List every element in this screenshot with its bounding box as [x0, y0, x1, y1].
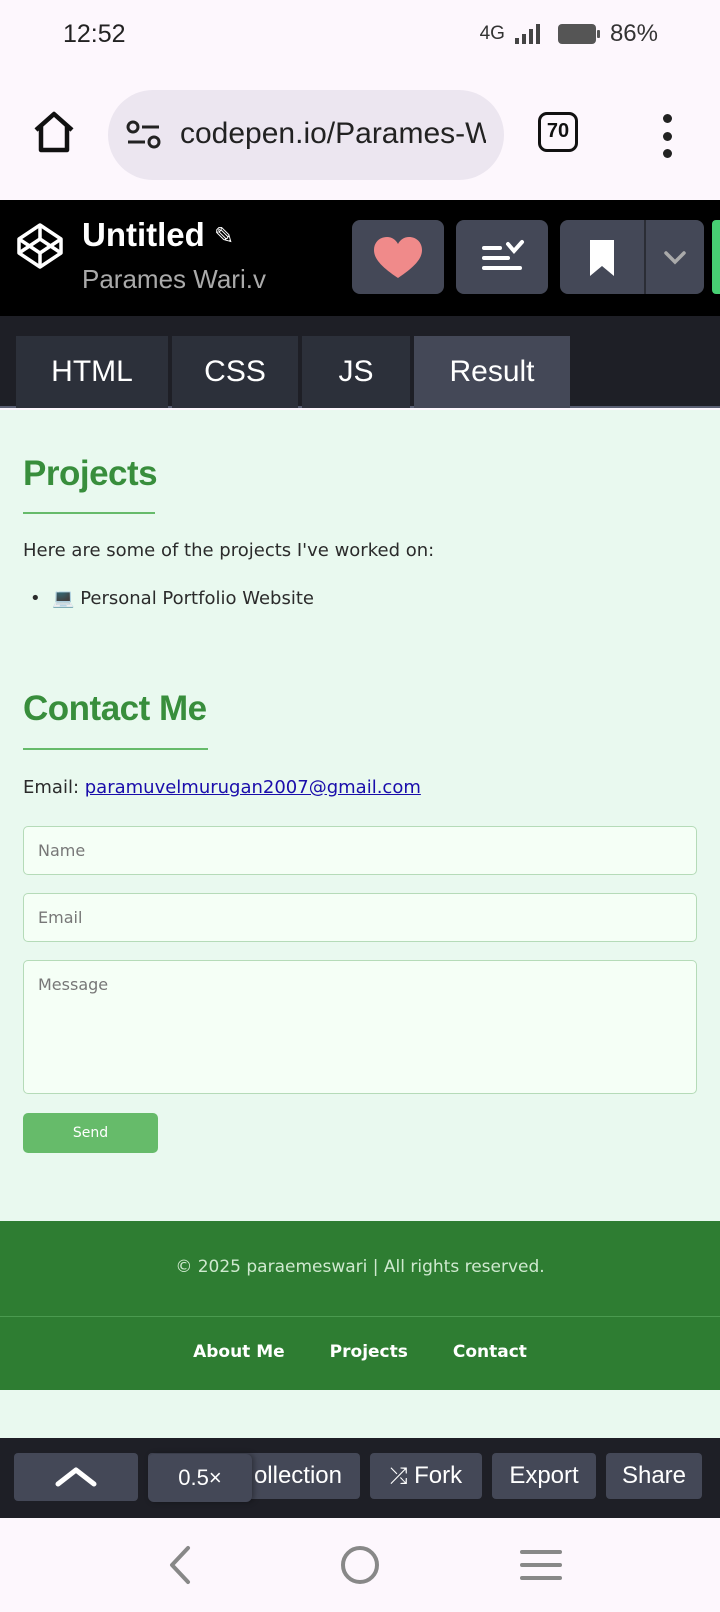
run-button-edge[interactable] [712, 220, 720, 294]
network-type: 4G [479, 23, 505, 44]
chevron-down-icon[interactable] [646, 220, 704, 294]
status-bar: 12:52 4G 86% [0, 0, 720, 74]
email-input[interactable]: Email [23, 893, 697, 942]
project-item: 💻 Personal Portfolio Website [52, 588, 314, 609]
edit-title-icon[interactable]: ✎ [214, 222, 234, 251]
editor-tabs: HTML CSS JS Result [0, 316, 720, 408]
status-time: 12:52 [63, 20, 126, 48]
tab-js[interactable]: JS [302, 336, 410, 408]
home-circle-icon[interactable] [338, 1540, 382, 1590]
footer-copyright: © 2025 paraemeswari | All rights reserve… [175, 1257, 545, 1277]
battery-percent: 86% [609, 20, 658, 47]
browser-toolbar: codepen.io/Parames-W 70 [0, 74, 720, 200]
heading-underline [23, 748, 208, 750]
email-line: Email: paramuvelmurugan2007@gmail.com [23, 777, 421, 798]
system-nav-bar [0, 1518, 720, 1612]
share-button[interactable]: Share [606, 1453, 702, 1499]
footer-link-projects[interactable]: Projects [330, 1342, 408, 1362]
footer-link-about[interactable]: About Me [193, 1342, 285, 1362]
bookmark-icon [590, 240, 614, 276]
zoom-level[interactable]: 0.5× [148, 1454, 252, 1502]
battery-icon [557, 24, 600, 44]
site-footer: © 2025 paraemeswari | All rights reserve… [0, 1221, 720, 1390]
home-icon[interactable] [30, 108, 78, 156]
tab-result[interactable]: Result [414, 336, 570, 408]
result-preview: Projects Here are some of the projects I… [0, 410, 720, 1438]
recents-menu-icon[interactable] [518, 1540, 564, 1590]
pen-title[interactable]: Untitled [82, 216, 205, 254]
heart-icon [374, 237, 422, 278]
email-label: Email: [23, 777, 85, 798]
footer-link-contact[interactable]: Contact [453, 1342, 527, 1362]
export-button[interactable]: Export [492, 1453, 596, 1499]
divider [0, 1316, 720, 1317]
tab-switcher-button[interactable]: 70 [538, 112, 578, 152]
expand-console-button[interactable] [14, 1453, 138, 1501]
pen-author[interactable]: Parames Wari.v [82, 264, 266, 295]
change-view-button[interactable] [456, 220, 548, 294]
projects-intro: Here are some of the projects I've worke… [23, 540, 435, 561]
address-bar[interactable]: codepen.io/Parames-W [108, 90, 504, 180]
fork-icon: ⤮ [389, 1463, 408, 1488]
chevron-up-icon [55, 1467, 97, 1487]
tab-html[interactable]: HTML [16, 336, 168, 408]
back-icon[interactable] [160, 1540, 200, 1590]
site-settings-icon[interactable] [126, 120, 162, 150]
projects-heading: Projects [23, 454, 158, 493]
footer-nav: About Me Projects Contact [0, 1342, 720, 1362]
list-item: • 💻 Personal Portfolio Website [30, 588, 314, 609]
fork-button[interactable]: ⤮ Fork [370, 1453, 482, 1499]
codepen-header: Untitled ✎ Parames Wari.v [0, 200, 720, 316]
codepen-bottom-toolbar: ollection 0.5× ⤮ Fork Export Share [0, 1438, 720, 1518]
layout-icon [482, 240, 524, 270]
love-button[interactable] [352, 220, 444, 294]
email-link[interactable]: paramuvelmurugan2007@gmail.com [85, 777, 421, 798]
contact-heading: Contact Me [23, 689, 207, 728]
name-input[interactable]: Name [23, 826, 697, 875]
status-icons: 4G 86% [480, 20, 658, 48]
heading-underline [23, 512, 155, 514]
message-textarea[interactable]: Message [23, 960, 697, 1094]
signal-icon [514, 24, 540, 44]
tab-css[interactable]: CSS [172, 336, 298, 408]
browser-menu-icon[interactable] [656, 114, 678, 158]
fork-label: Fork [414, 1462, 463, 1489]
send-button[interactable]: Send [23, 1113, 158, 1153]
url-text[interactable]: codepen.io/Parames-W [180, 117, 486, 151]
codepen-logo-icon[interactable] [16, 222, 64, 270]
save-button[interactable] [560, 220, 704, 294]
